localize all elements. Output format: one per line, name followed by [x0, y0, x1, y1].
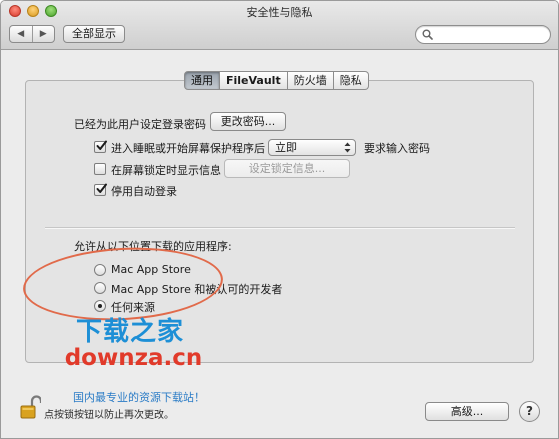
- search-field[interactable]: [415, 25, 551, 44]
- back-forward-control: ◀ ▶: [9, 25, 55, 43]
- radio-identified-developers-label: Mac App Store 和被认可的开发者: [111, 283, 283, 296]
- window-title: 安全性与隐私: [246, 6, 313, 19]
- require-password-label: 进入睡眠或开始屏幕保护程序后: [111, 142, 265, 155]
- checkmark-icon: [96, 140, 107, 150]
- titlebar: 安全性与隐私 ◀ ▶ 全部显示: [1, 1, 558, 50]
- back-arrow-icon: ◀: [17, 29, 25, 39]
- watermark-tagline: 国内最专业的资源下载站！: [73, 391, 205, 404]
- forward-arrow-icon: ▶: [39, 29, 47, 39]
- search-icon: [422, 29, 433, 40]
- password-set-label: 已经为此用户设定登录密码: [74, 118, 206, 131]
- change-password-button[interactable]: 更改密码...: [210, 112, 286, 131]
- preferences-window: 安全性与隐私 ◀ ▶ 全部显示 通用 FileVault 防火墙 隐私 已经为此…: [0, 0, 559, 439]
- show-all-button[interactable]: 全部显示: [63, 25, 125, 43]
- radio-mac-app-store-label: Mac App Store: [111, 263, 191, 276]
- watermark-domain: downza.cn: [64, 345, 203, 371]
- radio-identified-developers[interactable]: [94, 282, 106, 294]
- section-divider: [45, 227, 515, 229]
- forward-button[interactable]: ▶: [31, 26, 55, 42]
- password-delay-value: 立即: [275, 141, 297, 154]
- tab-firewall[interactable]: 防火墙: [287, 71, 334, 90]
- watermark-title: 下载之家: [75, 317, 184, 347]
- lock-hint-text: 点按锁按钮以防止再次更改。: [44, 410, 174, 421]
- show-lock-message-label: 在屏幕锁定时显示信息: [111, 164, 221, 177]
- unlocked-padlock-icon[interactable]: [19, 394, 41, 420]
- tab-filevault[interactable]: FileVault: [220, 71, 288, 90]
- updown-arrows-icon: [344, 142, 351, 153]
- tab-general[interactable]: 通用: [184, 71, 220, 90]
- password-delay-select[interactable]: 立即: [268, 139, 356, 156]
- back-button[interactable]: ◀: [10, 26, 32, 42]
- require-password-suffix: 要求输入密码: [364, 142, 430, 155]
- show-lock-message-checkbox[interactable]: [94, 163, 106, 175]
- tab-privacy[interactable]: 隐私: [333, 71, 369, 90]
- tab-bar: 通用 FileVault 防火墙 隐私: [184, 71, 369, 90]
- disable-autologin-label: 停用自动登录: [111, 185, 177, 198]
- advanced-button[interactable]: 高级...: [425, 402, 509, 421]
- allowed-downloads-heading: 允许从以下位置下载的应用程序:: [74, 240, 232, 253]
- radio-mac-app-store[interactable]: [94, 264, 106, 276]
- require-password-checkbox[interactable]: [94, 140, 107, 153]
- disable-autologin-checkbox[interactable]: [94, 183, 107, 196]
- search-input[interactable]: [435, 27, 545, 41]
- checkmark-icon: [96, 183, 107, 193]
- set-lock-message-button[interactable]: 设定锁定信息...: [224, 159, 350, 178]
- help-button[interactable]: ?: [519, 401, 540, 422]
